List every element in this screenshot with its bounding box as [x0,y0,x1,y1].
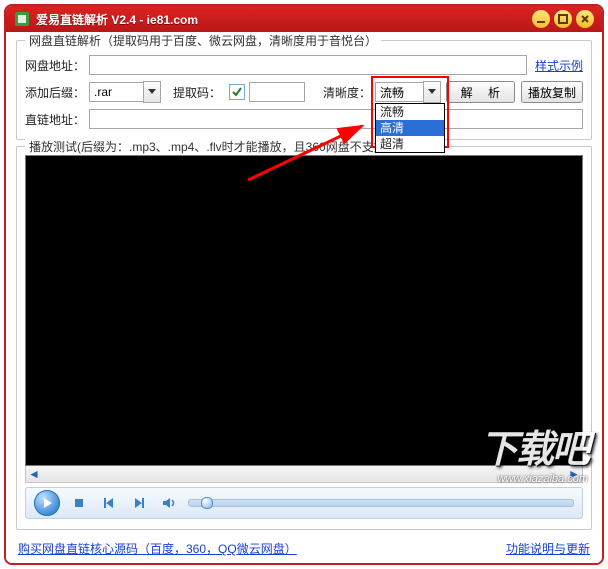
quality-label: 清晰度： [323,84,371,101]
player-group: 播放测试(后缀为：.mp3、.mp4、.flv时才能播放，且360网盘不支持播放… [16,146,592,530]
example-link[interactable]: 样式示例 [535,57,583,74]
url-label: 网盘地址： [25,57,85,74]
suffix-label: 添加后缀： [25,84,85,101]
direct-input[interactable] [89,109,583,129]
video-area[interactable] [25,155,583,466]
seek-bar[interactable] [188,499,574,507]
url-input[interactable] [89,55,527,75]
code-label: 提取码： [173,84,221,101]
app-icon [14,11,30,27]
quality-option[interactable]: 高清 [376,120,444,136]
help-link[interactable]: 功能说明与更新 [506,540,590,557]
buy-source-link[interactable]: 购买网盘直链核心源码（百度，360，QQ微云网盘） [18,540,297,557]
source-group: 网盘直链解析（提取码用于百度、微云网盘，清晰度用于音悦台） 网盘地址： 样式示例… [16,40,592,140]
quality-option[interactable]: 超清 [376,136,444,152]
suffix-combo[interactable] [89,81,161,103]
media-controls [25,487,583,519]
scroll-left-icon[interactable]: ◄ [26,467,42,481]
parse-button[interactable]: 解 析 [446,81,515,103]
window-title: 爱易直链解析 V2.4 - ie81.com [36,11,528,28]
scroll-right-icon[interactable]: ► [566,467,582,481]
horizontal-scrollbar[interactable]: ◄ ► [25,466,583,483]
maximize-button[interactable] [554,10,572,28]
suffix-input[interactable] [89,82,143,102]
stop-button[interactable] [68,492,90,514]
source-legend: 网盘直链解析（提取码用于百度、微云网盘，清晰度用于音悦台） [25,32,381,49]
play-button[interactable] [34,490,60,516]
footer: 购买网盘直链核心源码（百度，360，QQ微云网盘） 功能说明与更新 [16,540,592,557]
close-button[interactable] [576,10,594,28]
quality-dropdown[interactable]: 流畅 高清 超清 [375,103,445,153]
next-button[interactable] [128,492,150,514]
play-copy-button[interactable]: 播放复制 [521,81,583,103]
code-checkbox[interactable] [229,84,245,100]
prev-button[interactable] [98,492,120,514]
volume-icon[interactable] [158,492,180,514]
chevron-down-icon[interactable] [143,81,161,103]
direct-label: 直链地址： [25,111,85,128]
minimize-button[interactable] [532,10,550,28]
quality-option[interactable]: 流畅 [376,104,444,120]
titlebar: 爱易直链解析 V2.4 - ie81.com [6,6,602,32]
code-input[interactable] [249,82,305,102]
player-legend: 播放测试(后缀为：.mp3、.mp4、.flv时才能播放，且360网盘不支持播放 [25,138,414,155]
seek-thumb[interactable] [201,497,213,509]
